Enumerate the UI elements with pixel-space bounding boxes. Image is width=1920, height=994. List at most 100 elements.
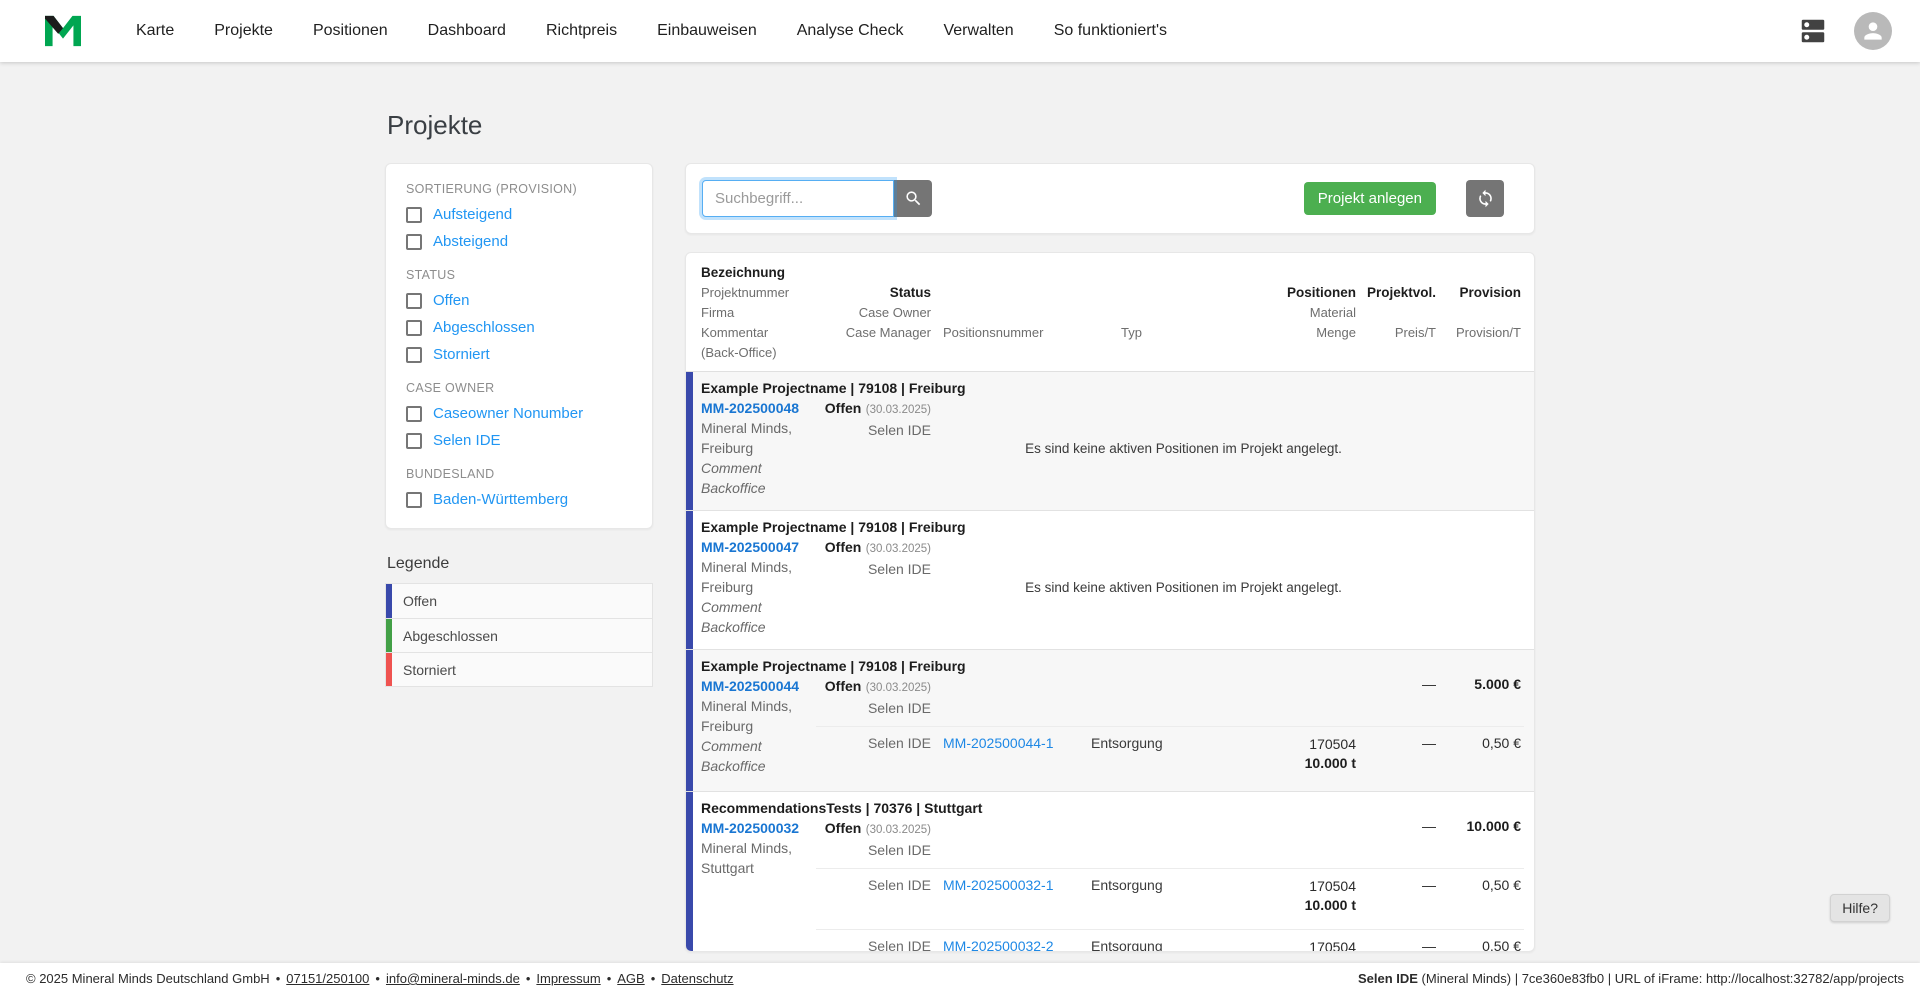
header-positionen: Positionen	[1286, 285, 1356, 300]
filter-section-status: STATUS Offen Abgeschlossen Storniert	[406, 268, 632, 363]
session-details: (Mineral Minds) | 7ce360e83fb0 | URL of …	[1417, 971, 1904, 986]
project-case-owner: Selen IDE	[867, 561, 931, 577]
position-menge: 10.000 t	[1304, 755, 1356, 771]
position-typ: Entsorgung	[1091, 735, 1163, 751]
nav-item-verwalten[interactable]: Verwalten	[943, 22, 1013, 40]
header-typ: Typ	[1121, 325, 1142, 340]
header-bezeichnung: Bezeichnung	[701, 265, 786, 280]
legend-color-bar	[386, 653, 392, 686]
no-positions-message: Es sind keine aktiven Positionen im Proj…	[1025, 440, 1342, 456]
checkbox-icon[interactable]	[406, 432, 422, 449]
project-number-link[interactable]: MM-202500047	[701, 537, 816, 557]
nav-item-richtpreis[interactable]: Richtpreis	[546, 22, 617, 40]
search-button[interactable]	[894, 180, 932, 217]
create-project-button[interactable]: Projekt anlegen	[1303, 182, 1436, 215]
position-number-link[interactable]: MM-202500032-1	[943, 877, 1054, 893]
mineral-minds-logo[interactable]	[42, 13, 84, 49]
project-number-link[interactable]: MM-202500048	[701, 398, 816, 418]
position-provision: 0,50 €	[1482, 877, 1521, 893]
server-button[interactable]	[1798, 16, 1828, 46]
project-city: Stuttgart	[701, 860, 754, 876]
position-provision: 0,50 €	[1482, 735, 1521, 751]
project-title: Example Projectname | 79108 | Freiburg	[701, 380, 966, 396]
nav-item-analyse-check[interactable]: Analyse Check	[797, 22, 904, 40]
position-typ: Entsorgung	[1091, 938, 1163, 952]
footer-phone-link[interactable]: 07151/250100	[286, 971, 369, 986]
header-positionsnummer: Positionsnummer	[943, 325, 1044, 340]
nav-item-projekte[interactable]: Projekte	[214, 22, 273, 40]
position-row: Selen IDE MM-202500044-1 Entsorgung 1705…	[816, 726, 1524, 779]
provision-total: 10.000 €	[1466, 818, 1522, 834]
project-comment: Comment	[701, 738, 762, 754]
checkbox-icon[interactable]	[406, 346, 422, 363]
status-stripe-offen	[686, 511, 693, 649]
legend-title: Legende	[387, 555, 450, 572]
filter-option-caseowner-nonumber[interactable]: Caseowner Nonumber	[406, 405, 632, 422]
filter-option-absteigend[interactable]: Absteigend	[406, 233, 632, 250]
project-row: Example Projectname | 79108 | Freiburg M…	[686, 372, 1534, 510]
nav-item-dashboard[interactable]: Dashboard	[428, 22, 506, 40]
project-city: Freiburg	[701, 579, 754, 595]
legend-item-offen: Offen	[386, 584, 652, 618]
checkbox-icon[interactable]	[406, 206, 422, 223]
status-legend: Offen Abgeschlossen Storniert	[385, 583, 653, 687]
nav-item-so-funktionierts[interactable]: So funktioniert's	[1054, 22, 1167, 40]
search-icon	[905, 191, 920, 206]
nav-item-karte[interactable]: Karte	[136, 22, 174, 40]
nav-item-positionen[interactable]: Positionen	[313, 22, 388, 40]
filter-option-selen-ide[interactable]: Selen IDE	[406, 432, 632, 449]
table-header: Bezeichnung Projektnummer Firma Kommenta…	[686, 253, 1534, 372]
table-body: Example Projectname | 79108 | Freiburg M…	[686, 372, 1534, 952]
checkbox-icon[interactable]	[406, 233, 422, 250]
project-company: Mineral Minds,	[701, 559, 793, 575]
user-avatar[interactable]	[1854, 12, 1892, 50]
position-number-link[interactable]: MM-202500032-2	[943, 938, 1054, 951]
footer-datenschutz-link[interactable]: Datenschutz	[661, 971, 733, 986]
search-input[interactable]	[702, 180, 894, 217]
header-status: Status	[889, 285, 931, 300]
checkbox-icon[interactable]	[406, 491, 422, 508]
filter-section-bundesland: BUNDESLAND Baden-Württemberg	[406, 467, 632, 508]
project-backoffice: Backoffice	[701, 758, 766, 774]
footer-email-link[interactable]: info@mineral-minds.de	[386, 971, 520, 986]
projektvol-total: —	[1422, 818, 1436, 834]
refresh-button[interactable]	[1466, 180, 1504, 217]
header-firma: Firma	[701, 305, 735, 320]
help-button[interactable]: Hilfe?	[1830, 894, 1890, 922]
header-case-manager: Case Manager	[845, 325, 931, 340]
projects-table: Bezeichnung Projektnummer Firma Kommenta…	[685, 252, 1535, 952]
project-status: Offen (30.03.2025)	[824, 678, 931, 694]
filter-option-offen[interactable]: Offen	[406, 292, 632, 309]
search-group	[702, 180, 932, 217]
filter-option-baden-wuerttemberg[interactable]: Baden-Württemberg	[406, 491, 632, 508]
refresh-icon	[1478, 189, 1492, 208]
nav-item-einbauweisen[interactable]: Einbauweisen	[657, 22, 757, 40]
filter-option-abgeschlossen[interactable]: Abgeschlossen	[406, 319, 632, 336]
header-col-projektvol: Projektvol. Preis/T	[1356, 263, 1436, 363]
header-col-bezeichnung: Bezeichnung Projektnummer Firma Kommenta…	[701, 263, 816, 363]
header-col-typ: Typ	[1091, 263, 1206, 363]
legend-item-abgeschlossen: Abgeschlossen	[386, 618, 652, 652]
footer-agb-link[interactable]: AGB	[617, 971, 644, 986]
position-material: 170504	[1309, 736, 1356, 752]
checkbox-icon[interactable]	[406, 405, 422, 422]
filter-option-storniert[interactable]: Storniert	[406, 346, 632, 363]
header-material: Material	[1309, 305, 1356, 320]
filter-option-aufsteigend[interactable]: Aufsteigend	[406, 206, 632, 223]
project-row: Example Projectname | 79108 | Freiburg M…	[686, 510, 1534, 649]
footer-impressum-link[interactable]: Impressum	[536, 971, 600, 986]
project-number-link[interactable]: MM-202500032	[701, 818, 816, 838]
checkbox-icon[interactable]	[406, 292, 422, 309]
checkbox-icon[interactable]	[406, 319, 422, 336]
project-number-link[interactable]: MM-202500044	[701, 676, 816, 696]
position-number-link[interactable]: MM-202500044-1	[943, 735, 1054, 751]
position-typ: Entsorgung	[1091, 877, 1163, 893]
main-nav: Karte Projekte Positionen Dashboard Rich…	[136, 22, 1167, 40]
projects-toolbar: Projekt anlegen	[685, 163, 1535, 234]
header-preis-t: Preis/T	[1394, 325, 1436, 340]
project-title: RecommendationsTests | 70376 | Stuttgart	[701, 800, 983, 816]
position-material: 170504	[1309, 878, 1356, 894]
header-menge: Menge	[1316, 325, 1356, 340]
header-col-positionsnummer: Positionsnummer	[931, 263, 1091, 363]
position-preis: —	[1422, 877, 1436, 893]
